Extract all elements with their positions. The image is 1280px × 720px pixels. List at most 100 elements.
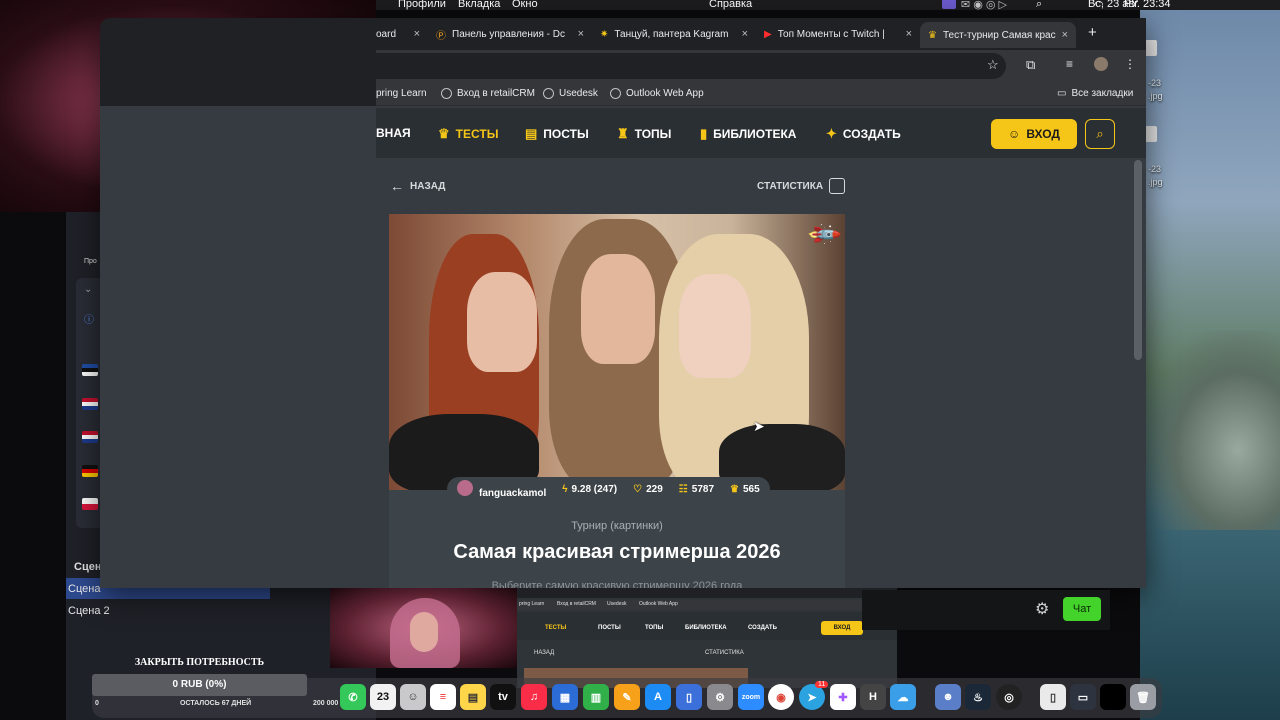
desktop-file-ext[interactable]: .jpg	[1148, 91, 1163, 101]
mini-nav-item: БИБЛИОТЕКА	[685, 625, 727, 631]
site-search-button[interactable]: ⌕	[1085, 119, 1115, 149]
menu-help[interactable]: Справка	[709, 0, 752, 10]
media-controls-icon[interactable]: ≡	[1066, 57, 1073, 71]
close-icon[interactable]: ×	[414, 28, 420, 40]
nav-item-library[interactable]: ▮ БИБЛИОТЕКА	[700, 126, 796, 142]
obs-scene-item[interactable]: Сцена 2	[68, 605, 110, 617]
pages-icon[interactable]: ✎	[614, 684, 640, 710]
obs-scene-item[interactable]: Сцена	[68, 583, 100, 595]
menu-tab[interactable]: Вкладка	[458, 0, 500, 10]
numbers-icon[interactable]: ▥	[583, 684, 609, 710]
nav-item-create[interactable]: ✦ СОЗДАТЬ	[826, 126, 901, 142]
preview-icon[interactable]: ▯	[676, 684, 702, 710]
flag-netherlands-icon[interactable]	[82, 431, 98, 443]
obs-icon[interactable]: ◎	[996, 684, 1022, 710]
chat-button[interactable]: Чат	[1063, 597, 1101, 621]
tab[interactable]: Ⓟ Панель управления - Dc ×	[436, 24, 584, 44]
menu-profiles[interactable]: Профили	[398, 0, 446, 10]
bookmark-item[interactable]: Вход в retailCRM	[441, 88, 535, 99]
bookmark-label: Usedesk	[559, 88, 598, 99]
status-icons: ⚑ ✉ ◉ ◎ ▷	[948, 0, 1007, 11]
tournament-cover-image[interactable]	[389, 214, 845, 490]
notes-icon[interactable]: ▤	[460, 684, 486, 710]
extensions-icon[interactable]: ⧉	[1026, 57, 1035, 73]
donation-goal-title: ЗАКРЫТЬ ПОТРЕБНОСТЬ	[134, 657, 265, 668]
nav-item-home[interactable]: ВНАЯ	[376, 126, 411, 140]
chevron-down-icon[interactable]: ⌄	[84, 284, 92, 295]
bookmark-item[interactable]: Usedesk	[543, 88, 598, 99]
arrow-left-icon: ←	[390, 178, 404, 194]
close-icon[interactable]: ×	[742, 28, 748, 40]
author-name: fanguackamol	[479, 487, 547, 499]
search-icon[interactable]: ⌕	[1036, 0, 1042, 11]
tab[interactable]: ▶ Топ Моменты с Twitch | ×	[764, 24, 912, 44]
menu-window[interactable]: Окно	[512, 0, 538, 10]
desktop-file-ext[interactable]: .jpg	[1148, 177, 1163, 187]
finder-icon[interactable]: ☻	[935, 684, 961, 710]
close-icon[interactable]: ×	[906, 28, 912, 40]
keynote-icon[interactable]: ▦	[552, 684, 578, 710]
phone-icon[interactable]: ✆	[340, 684, 366, 710]
flag-estonia-icon[interactable]	[82, 364, 98, 376]
gear-icon[interactable]: ⚙	[1035, 599, 1049, 619]
system-settings-icon[interactable]: ⚙	[707, 684, 733, 710]
wins: ♛ 565	[730, 484, 760, 495]
steam-icon[interactable]: ♨	[965, 684, 991, 710]
author-avatar	[457, 479, 473, 496]
nav-label: ТЕСТЫ	[455, 127, 499, 141]
more-menu-icon[interactable]: ⋮	[1124, 57, 1136, 71]
stats-link[interactable]: СТАТИСТИКА	[757, 178, 846, 194]
new-tab-button[interactable]: +	[1088, 24, 1097, 41]
bookmark-item[interactable]: Outlook Web App	[610, 88, 704, 99]
apple-tv-icon[interactable]: tv	[490, 684, 516, 710]
flag-germany-icon[interactable]	[82, 465, 98, 477]
profile-avatar[interactable]	[1094, 57, 1108, 71]
reminders-icon[interactable]: ≡	[430, 684, 456, 710]
music-icon[interactable]: ♫	[521, 684, 547, 710]
likes-count: 229	[646, 483, 663, 495]
crown-icon: ♛	[438, 126, 450, 141]
all-bookmarks-label: Все закладки	[1071, 88, 1134, 99]
login-button[interactable]: ☺ ВХОД	[991, 119, 1077, 149]
bookmark-star-icon[interactable]: ☆	[987, 57, 999, 73]
globe-icon	[610, 88, 621, 99]
info-icon[interactable]: ⓘ	[84, 311, 94, 326]
contacts-icon[interactable]: ☺	[400, 684, 426, 710]
scrollbar[interactable]	[1134, 160, 1142, 360]
crown-icon: ♛	[928, 29, 937, 41]
nav-item-tests[interactable]: ♛ ТЕСТЫ	[438, 126, 498, 142]
likes[interactable]: ♡ 229	[633, 484, 663, 495]
flag-netherlands-icon[interactable]	[82, 398, 98, 410]
book-icon: ▮	[700, 126, 708, 141]
address-bar[interactable]	[376, 53, 1006, 79]
hype-icon[interactable]: H	[860, 684, 886, 710]
nav-item-tops[interactable]: ♜ ТОПЫ	[617, 126, 671, 142]
tab[interactable]: ✷ Танцуй, пантера Kagram ×	[600, 24, 748, 44]
all-bookmarks[interactable]: ▭ Все закладки	[1057, 88, 1133, 99]
folder-icon[interactable]: ▭	[1070, 684, 1096, 710]
trash-icon[interactable]: 🗑	[1130, 684, 1156, 710]
close-icon[interactable]: ×	[578, 28, 584, 40]
bookmark-item[interactable]: pring Learn	[376, 88, 427, 99]
tab-active[interactable]: ♛ Тест-турнир Самая крас ×	[920, 22, 1076, 48]
app-store-icon[interactable]: A	[645, 684, 671, 710]
chrome-icon[interactable]: ◉	[768, 684, 794, 710]
flag-poland-icon[interactable]	[82, 498, 98, 510]
close-icon[interactable]: ×	[1062, 29, 1068, 41]
back-link[interactable]: ← НАЗАД	[390, 178, 445, 194]
document-icon[interactable]: ▯	[1040, 684, 1066, 710]
mini-bookmarks-bar: pring Learn Вход в retailCRM Usedesk Out…	[517, 600, 897, 610]
calendar-icon[interactable]: 23	[370, 684, 396, 710]
zoom-icon[interactable]: zoom	[738, 684, 764, 710]
window-thumbnail[interactable]	[1100, 684, 1126, 710]
desktop-file-label[interactable]: -23	[1148, 164, 1161, 174]
nav-item-posts[interactable]: ▤ ПОСТЫ	[525, 126, 589, 142]
figma-icon[interactable]: ✚	[830, 684, 856, 710]
datetime[interactable]: Вс, 23 авг. 23:34	[1088, 0, 1171, 10]
weather-icon[interactable]: ☁	[890, 684, 916, 710]
status-app-icon[interactable]	[942, 0, 956, 9]
tab[interactable]: oard ×	[376, 24, 420, 44]
mini-bookmark: Usedesk	[607, 601, 627, 607]
author[interactable]: fanguackamol	[457, 479, 547, 499]
desktop-file-label[interactable]: -23	[1148, 78, 1161, 88]
